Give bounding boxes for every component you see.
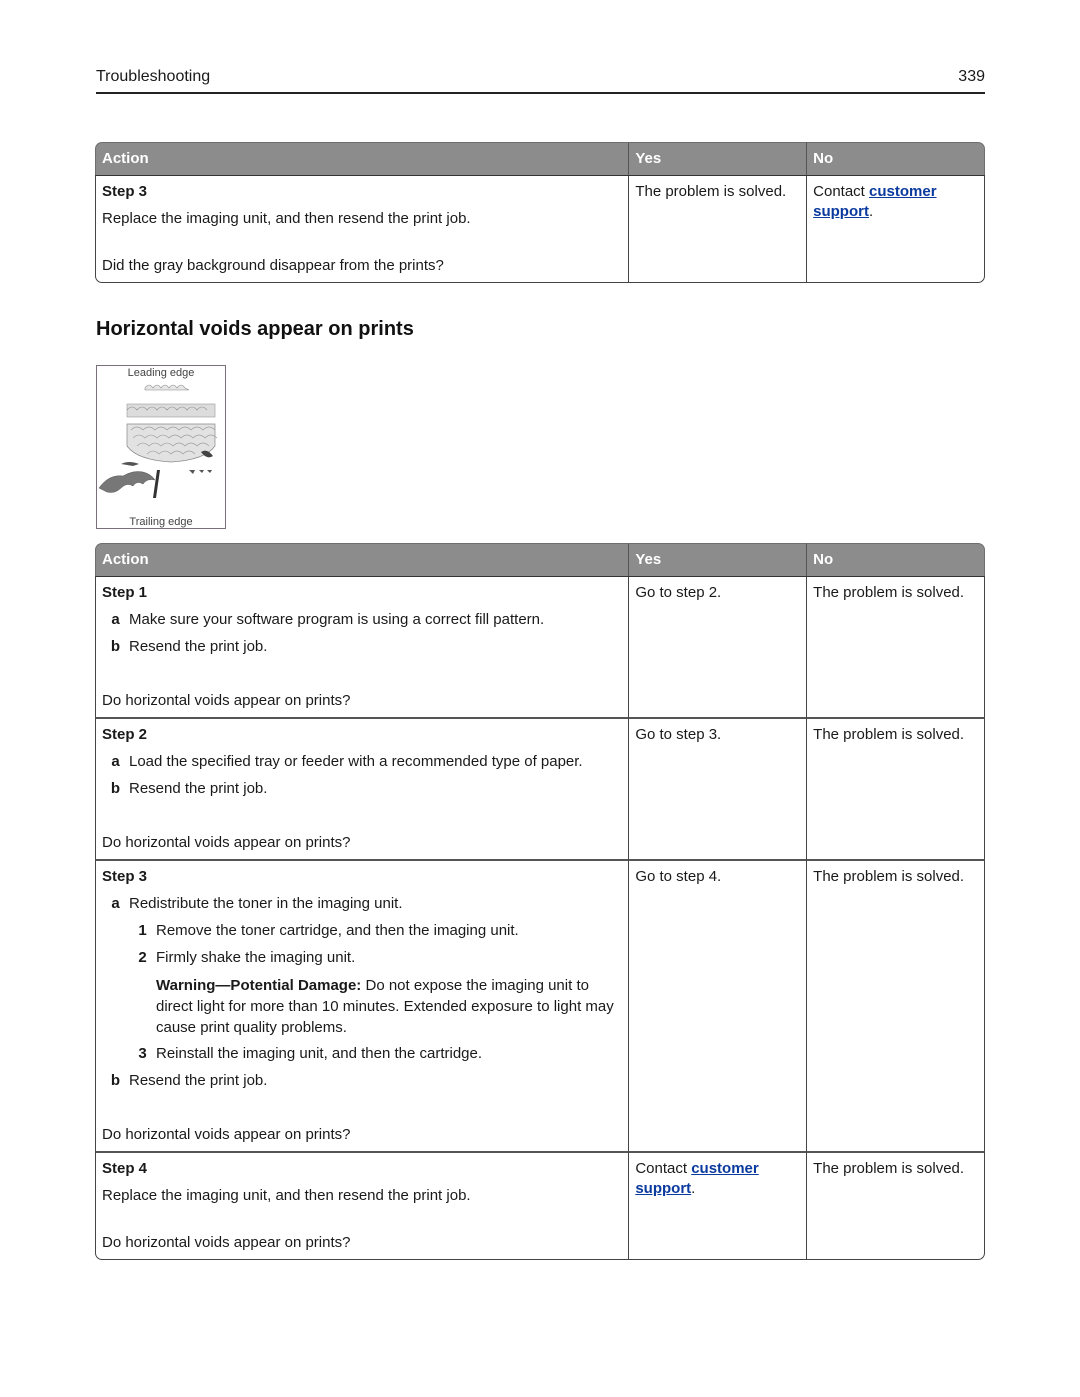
period: . xyxy=(691,1180,696,1197)
list-text: Reinstall the imaging unit, and then the… xyxy=(156,1045,483,1062)
no-cell: The problem is solved. xyxy=(807,1151,985,1260)
warning-note: Warning—Potential Damage: Do not expose … xyxy=(156,975,622,1038)
question: Do horizontal voids appear on prints? xyxy=(102,1126,351,1143)
section-title: Horizontal voids appear on prints xyxy=(96,318,414,340)
list-text: Resend the print job. xyxy=(129,1072,268,1089)
flower-print-sample-icon xyxy=(98,384,218,498)
column-header-no: No xyxy=(807,543,985,576)
list-marker: a xyxy=(111,753,120,770)
section-name: Troubleshooting xyxy=(96,68,211,85)
sub-list-item: 1 Remove the toner cartridge, and then th… xyxy=(102,921,622,941)
troubleshooting-table-horizontal-voids: Action Yes No Step 1 a Make sure your sof… xyxy=(95,543,985,1260)
action-cell: Step 3 Replace the imaging unit, and the… xyxy=(95,175,630,283)
list-marker: 2 xyxy=(138,949,147,966)
step-title: Step 1 xyxy=(102,584,148,601)
list-marker: b xyxy=(110,638,121,655)
table-row: Step 2 a Load the specified tray or feede… xyxy=(95,717,985,859)
step-title: Step 2 xyxy=(102,726,148,743)
contact-text: Contact xyxy=(813,183,870,200)
list-text: Firmly shake the imaging unit. xyxy=(156,949,356,966)
action-cell: Step 1 a Make sure your software program … xyxy=(95,576,630,717)
list-marker: a xyxy=(111,611,120,628)
list-text: Remove the toner cartridge, and then the… xyxy=(156,922,519,939)
question: Do horizontal voids appear on prints? xyxy=(102,834,351,851)
no-cell: Contact customer support. xyxy=(807,175,985,283)
list-text: Redistribute the toner in the imaging un… xyxy=(129,895,403,912)
list-text: Load the specified tray or feeder with a… xyxy=(129,753,583,770)
step-title: Step 3 xyxy=(102,183,148,200)
table-row: Step 3 a Redistribute the toner in the im… xyxy=(95,859,985,1151)
horizontal-voids-illustration: Leading edge Trailing edge xyxy=(96,365,226,529)
yes-cell: Go to step 3. xyxy=(629,717,808,859)
troubleshooting-table-gray-background: Action Yes No Step 3 Replace the imaging… xyxy=(95,142,985,283)
yes-cell: Go to step 4. xyxy=(629,859,808,1151)
contact-text: Contact xyxy=(635,1160,692,1177)
list-item: a Load the specified tray or feeder with … xyxy=(102,752,622,772)
yes-cell: The problem is solved. xyxy=(629,175,808,283)
instruction: Replace the imaging unit, and then resen… xyxy=(102,210,471,227)
yes-cell: Go to step 2. xyxy=(629,576,808,717)
running-header: Troubleshooting 339 xyxy=(96,68,985,94)
list-text: Resend the print job. xyxy=(129,638,268,655)
list-item: b Resend the print job. xyxy=(102,779,622,799)
question: Did the gray background disappear from t… xyxy=(102,257,444,274)
action-cell: Step 4 Replace the imaging unit, and the… xyxy=(95,1151,630,1260)
list-marker: a xyxy=(111,895,120,912)
column-header-no: No xyxy=(807,142,985,175)
table-row: Step 4 Replace the imaging unit, and the… xyxy=(95,1151,985,1260)
list-text: Resend the print job. xyxy=(129,780,268,797)
no-cell: The problem is solved. xyxy=(807,859,985,1151)
question: Do horizontal voids appear on prints? xyxy=(102,1234,351,1251)
yes-cell: Contact customer support. xyxy=(629,1151,808,1260)
sub-list-item: 3 Reinstall the imaging unit, and then th… xyxy=(102,1044,622,1064)
list-item: b Resend the print job. xyxy=(102,1071,622,1091)
warning-label: Warning—Potential Damage: xyxy=(156,977,362,994)
column-header-yes: Yes xyxy=(629,543,808,576)
period: . xyxy=(868,203,874,220)
list-item: b Resend the print job. xyxy=(102,637,622,657)
step-title: Step 4 xyxy=(102,1160,148,1177)
list-marker: 3 xyxy=(138,1045,147,1062)
list-marker: b xyxy=(110,1072,121,1089)
action-cell: Step 3 a Redistribute the toner in the im… xyxy=(95,859,630,1151)
sub-list-item: 2 Firmly shake the imaging unit. xyxy=(102,948,622,968)
trailing-edge-label: Trailing edge xyxy=(129,516,193,528)
column-header-action: Action xyxy=(95,142,630,175)
no-cell: The problem is solved. xyxy=(807,717,985,859)
list-item: a Redistribute the toner in the imaging u… xyxy=(102,894,622,914)
list-item: a Make sure your software program is usin… xyxy=(102,610,622,630)
action-cell: Step 2 a Load the specified tray or feede… xyxy=(95,717,630,859)
step-title: Step 3 xyxy=(102,868,148,885)
column-header-action: Action xyxy=(95,543,630,576)
question: Do horizontal voids appear on prints? xyxy=(102,692,351,709)
table-row: Step 3 Replace the imaging unit, and the… xyxy=(95,175,985,283)
list-marker: b xyxy=(110,780,121,797)
list-text: Make sure your software program is using… xyxy=(129,611,545,628)
list-marker: 1 xyxy=(138,922,147,939)
instruction: Replace the imaging unit, and then resen… xyxy=(102,1187,471,1204)
table-row: Step 1 a Make sure your software program … xyxy=(95,576,985,717)
page-number: 339 xyxy=(958,68,985,85)
column-header-yes: Yes xyxy=(629,142,808,175)
no-cell: The problem is solved. xyxy=(807,576,985,717)
